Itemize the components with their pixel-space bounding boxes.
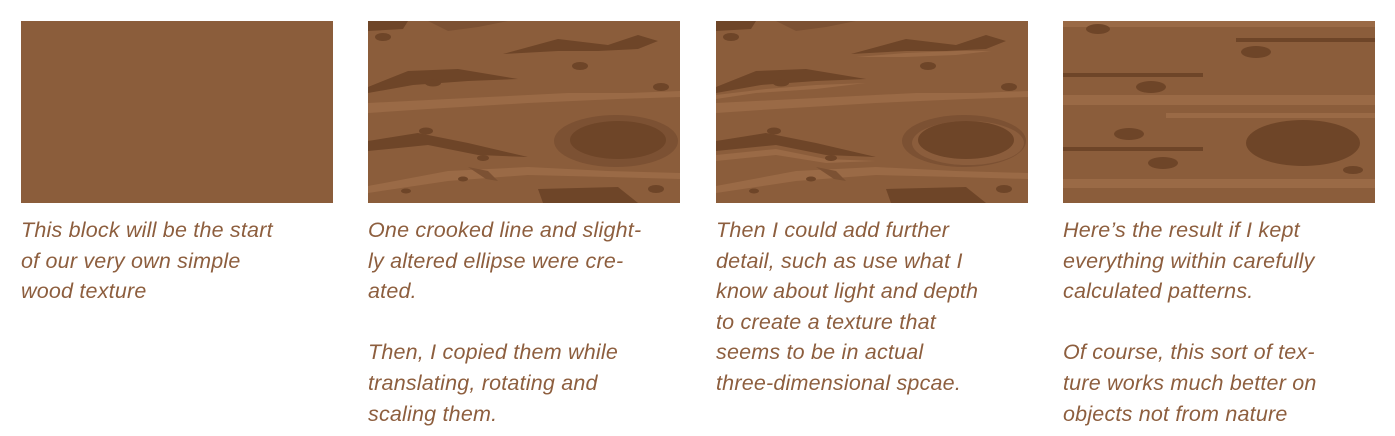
step-panel-2: One crooked line and slight- ly altered …	[368, 21, 680, 429]
plain-wood-block	[21, 21, 333, 203]
caption-paragraph: Then I could add further detail, such as…	[716, 218, 979, 395]
caption-paragraph: Of course, this sort of tex- ture works …	[1063, 340, 1317, 426]
crooked-lines-wood-texture	[368, 21, 680, 203]
step-panel-1: This block will be the start of our very…	[21, 21, 333, 307]
step-panel-4: Here’s the result if I kept everything w…	[1063, 21, 1375, 429]
caption-paragraph: Then, I copied them while translating, r…	[368, 340, 618, 426]
shaded-wood-texture	[716, 21, 1028, 203]
caption-paragraph: This block will be the start of our very…	[21, 218, 273, 304]
patterned-wood-texture	[1063, 21, 1375, 203]
step-caption-4: Here’s the result if I kept everything w…	[1063, 215, 1375, 429]
step-caption-3: Then I could add further detail, such as…	[716, 215, 1028, 399]
step-caption-1: This block will be the start of our very…	[21, 215, 333, 307]
caption-paragraph: One crooked line and slight- ly altered …	[368, 218, 642, 304]
step-caption-2: One crooked line and slight- ly altered …	[368, 215, 680, 429]
step-panel-3: Then I could add further detail, such as…	[716, 21, 1028, 399]
caption-paragraph: Here’s the result if I kept everything w…	[1063, 218, 1315, 304]
